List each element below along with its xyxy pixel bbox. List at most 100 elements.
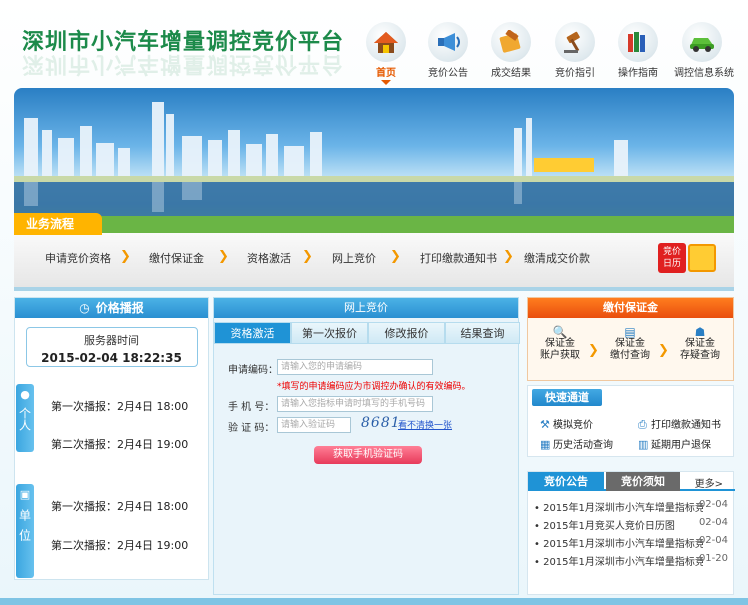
nav-manual[interactable]: 操作指南: [610, 22, 666, 79]
header: 深圳市小汽车增量调控竞价平台 深圳市小汽车增量调控竞价平台 首页 竞价公告 成交…: [0, 0, 748, 85]
bid-calendar-button[interactable]: 竞价 日历: [658, 243, 718, 273]
quick-link-label: 历史活动查询: [553, 440, 613, 451]
refresh-captcha-link[interactable]: 看不清换一张: [398, 418, 452, 431]
tab-personal[interactable]: ● 个人: [16, 384, 34, 452]
get-sms-code-button[interactable]: 获取手机验证码: [314, 446, 422, 464]
nav-guide-label: 竞价指引: [555, 68, 595, 79]
active-indicator: [381, 80, 391, 85]
personal-broadcast-1: 第一次播报：2月4日 18:00: [51, 400, 189, 413]
chevron-right-icon: ❯: [658, 343, 669, 358]
quick-access-header: 快速通道: [532, 389, 602, 406]
news-date: 01-20: [698, 553, 728, 564]
online-bid-tabs: 资格激活 第一次报价 修改报价 结果查询: [214, 322, 520, 344]
process-label: 业务流程: [14, 213, 102, 235]
company-broadcast-2: 第二次播报：2月4日 19:00: [51, 539, 189, 552]
server-time-label: 服务器时间: [84, 334, 139, 347]
apply-code-input[interactable]: 请输入您的申请编码: [277, 359, 433, 375]
news-title: 2015年1月深圳市小汽车增量指标竞价公: [543, 539, 704, 550]
quick-link-history[interactable]: ▦ 历史活动查询: [540, 436, 613, 451]
tab-bid-notice[interactable]: 竞价公告: [528, 472, 604, 491]
deposit-doubt-query-link[interactable]: ☗ 保证金 存疑查询: [670, 326, 730, 362]
nav-bid-notice-label: 竞价公告: [428, 68, 468, 79]
tab-activate[interactable]: 资格激活: [214, 322, 291, 344]
tab-modify-bid[interactable]: 修改报价: [368, 322, 445, 344]
quick-link-print[interactable]: ⎙ 打印缴款通知书: [638, 416, 721, 432]
news-title: 2015年1月深圳市小汽车增量指标竞价情: [543, 503, 704, 514]
nav-system-label: 调控信息系统: [674, 68, 734, 79]
price-broadcast-title: 价格播报: [95, 301, 144, 315]
price-broadcast-header: ◷ 价格播报: [15, 298, 208, 318]
news-item[interactable]: • 2015年1月竞买人竞价日历图 02-04: [534, 517, 730, 532]
notice-panel: 竞价公告 竞价须知 更多> • 2015年1月深圳市小汽车增量指标竞价情02-0…: [527, 471, 735, 595]
news-item[interactable]: • 2015年1月深圳市小汽车增量指标竞价情02-04: [534, 499, 730, 514]
clock-icon: ◷: [79, 301, 90, 315]
step-bid[interactable]: 网上竞价: [332, 250, 376, 266]
server-time-value: 2015-02-04 18:22:35: [41, 351, 182, 365]
calendar-line2: 日历: [662, 259, 681, 269]
tab-result-query[interactable]: 结果查询: [445, 322, 520, 344]
company-broadcast-1: 第一次播报：2月4日 18:00: [51, 500, 189, 513]
chevron-right-icon: ❯: [503, 249, 514, 264]
step-print[interactable]: 打印缴款通知书: [420, 250, 497, 266]
payment-icon: ▤: [624, 325, 636, 339]
company-tab-label: 单位: [17, 509, 32, 549]
step-apply[interactable]: 申请竞价资格: [45, 250, 111, 266]
nav-home-label: 首页: [376, 68, 396, 79]
deposit-item-line2: 存疑查询: [680, 350, 720, 361]
deposit-item-line1: 保证金: [545, 338, 575, 349]
deposit-item-line1: 保证金: [685, 338, 715, 349]
step-pay[interactable]: 缴清成交价款: [524, 250, 590, 266]
nav-manual-label: 操作指南: [618, 68, 658, 79]
deposit-item-line2: 账户获取: [540, 350, 580, 361]
person-icon: ●: [20, 388, 30, 401]
step-deposit[interactable]: 缴付保证金: [149, 250, 204, 266]
news-date: 02-04: [698, 517, 728, 528]
apply-code-hint: *填写的申请编码应为市调控办确认的有效编码。: [277, 382, 471, 392]
phone-input[interactable]: 请输入您指标申请时填写的手机号码: [277, 396, 433, 412]
nav-home[interactable]: 首页: [358, 22, 414, 85]
right-column: 缴付保证金 🔍 保证金 账户获取 ❯ ▤ 保证金 缴付查询 ❯ ☗ 保证金 存疑…: [527, 297, 735, 595]
news-title: 2015年1月深圳市小汽车增量指标竞价公: [543, 557, 704, 568]
deposit-account-link[interactable]: 🔍 保证金 账户获取: [530, 326, 590, 362]
calendar-icon: [688, 244, 716, 272]
server-time-box: 服务器时间 2015-02-04 18:22:35: [25, 327, 198, 367]
tab-company[interactable]: ▣ 单位: [16, 484, 34, 578]
nav-guide[interactable]: 竞价指引: [547, 22, 603, 79]
step-activate[interactable]: 资格激活: [247, 250, 291, 266]
chevron-right-icon: ❯: [588, 343, 599, 358]
price-broadcast-panel: ◷ 价格播报 服务器时间 2015-02-04 18:22:35 ● 个人 第一次…: [14, 297, 209, 580]
printer-icon: ⎙: [638, 418, 647, 431]
news-date: 02-04: [698, 535, 728, 546]
more-link[interactable]: 更多>: [695, 475, 723, 490]
people-icon: ☗: [694, 325, 706, 339]
captcha-input[interactable]: 请输入验证码: [277, 417, 351, 433]
chevron-right-icon: ❯: [302, 249, 313, 264]
news-item[interactable]: • 2015年1月深圳市小汽车增量指标竞价公01-20: [534, 553, 730, 568]
quick-link-refund[interactable]: ▥ 延期用户退保: [638, 436, 711, 451]
nav-bid-notice[interactable]: 竞价公告: [420, 22, 476, 79]
captcha-image[interactable]: 8681: [361, 415, 401, 431]
deposit-payment-query-link[interactable]: ▤ 保证金 缴付查询: [600, 326, 660, 362]
tab-bid-instructions[interactable]: 竞价须知: [606, 472, 680, 491]
chevron-right-icon: ❯: [218, 249, 229, 264]
skyline-illustration: [14, 102, 734, 233]
city-skyline-banner: [14, 88, 734, 233]
online-bid-header: 网上竞价: [214, 298, 518, 318]
chevron-right-icon: ❯: [120, 249, 131, 264]
books-icon: [618, 22, 658, 62]
car-icon: [682, 22, 722, 62]
personal-tab-label: 个人: [17, 407, 32, 431]
calendar-line1: 竞价: [662, 247, 681, 257]
tab-first-bid[interactable]: 第一次报价: [291, 322, 368, 344]
chevron-right-icon: ❯: [390, 249, 401, 264]
building-icon: ▣: [19, 488, 31, 501]
quick-link-simulate[interactable]: ⚒ 模拟竞价: [540, 416, 593, 431]
nav-system[interactable]: 调控信息系统: [674, 22, 734, 79]
news-date: 02-04: [698, 499, 728, 510]
apply-code-label: 申请编码：: [228, 365, 278, 376]
business-process-bar: 业务流程 申请竞价资格 ❯ 缴付保证金 ❯ 资格激活 ❯ 网上竞价 ❯ 打印缴款…: [14, 213, 734, 291]
news-item[interactable]: • 2015年1月深圳市小汽车增量指标竞价公02-04: [534, 535, 730, 550]
nav-results[interactable]: 成交结果: [483, 22, 539, 79]
gavel-icon: ⚒: [540, 418, 550, 431]
calendar-icon: ▦: [540, 438, 551, 451]
